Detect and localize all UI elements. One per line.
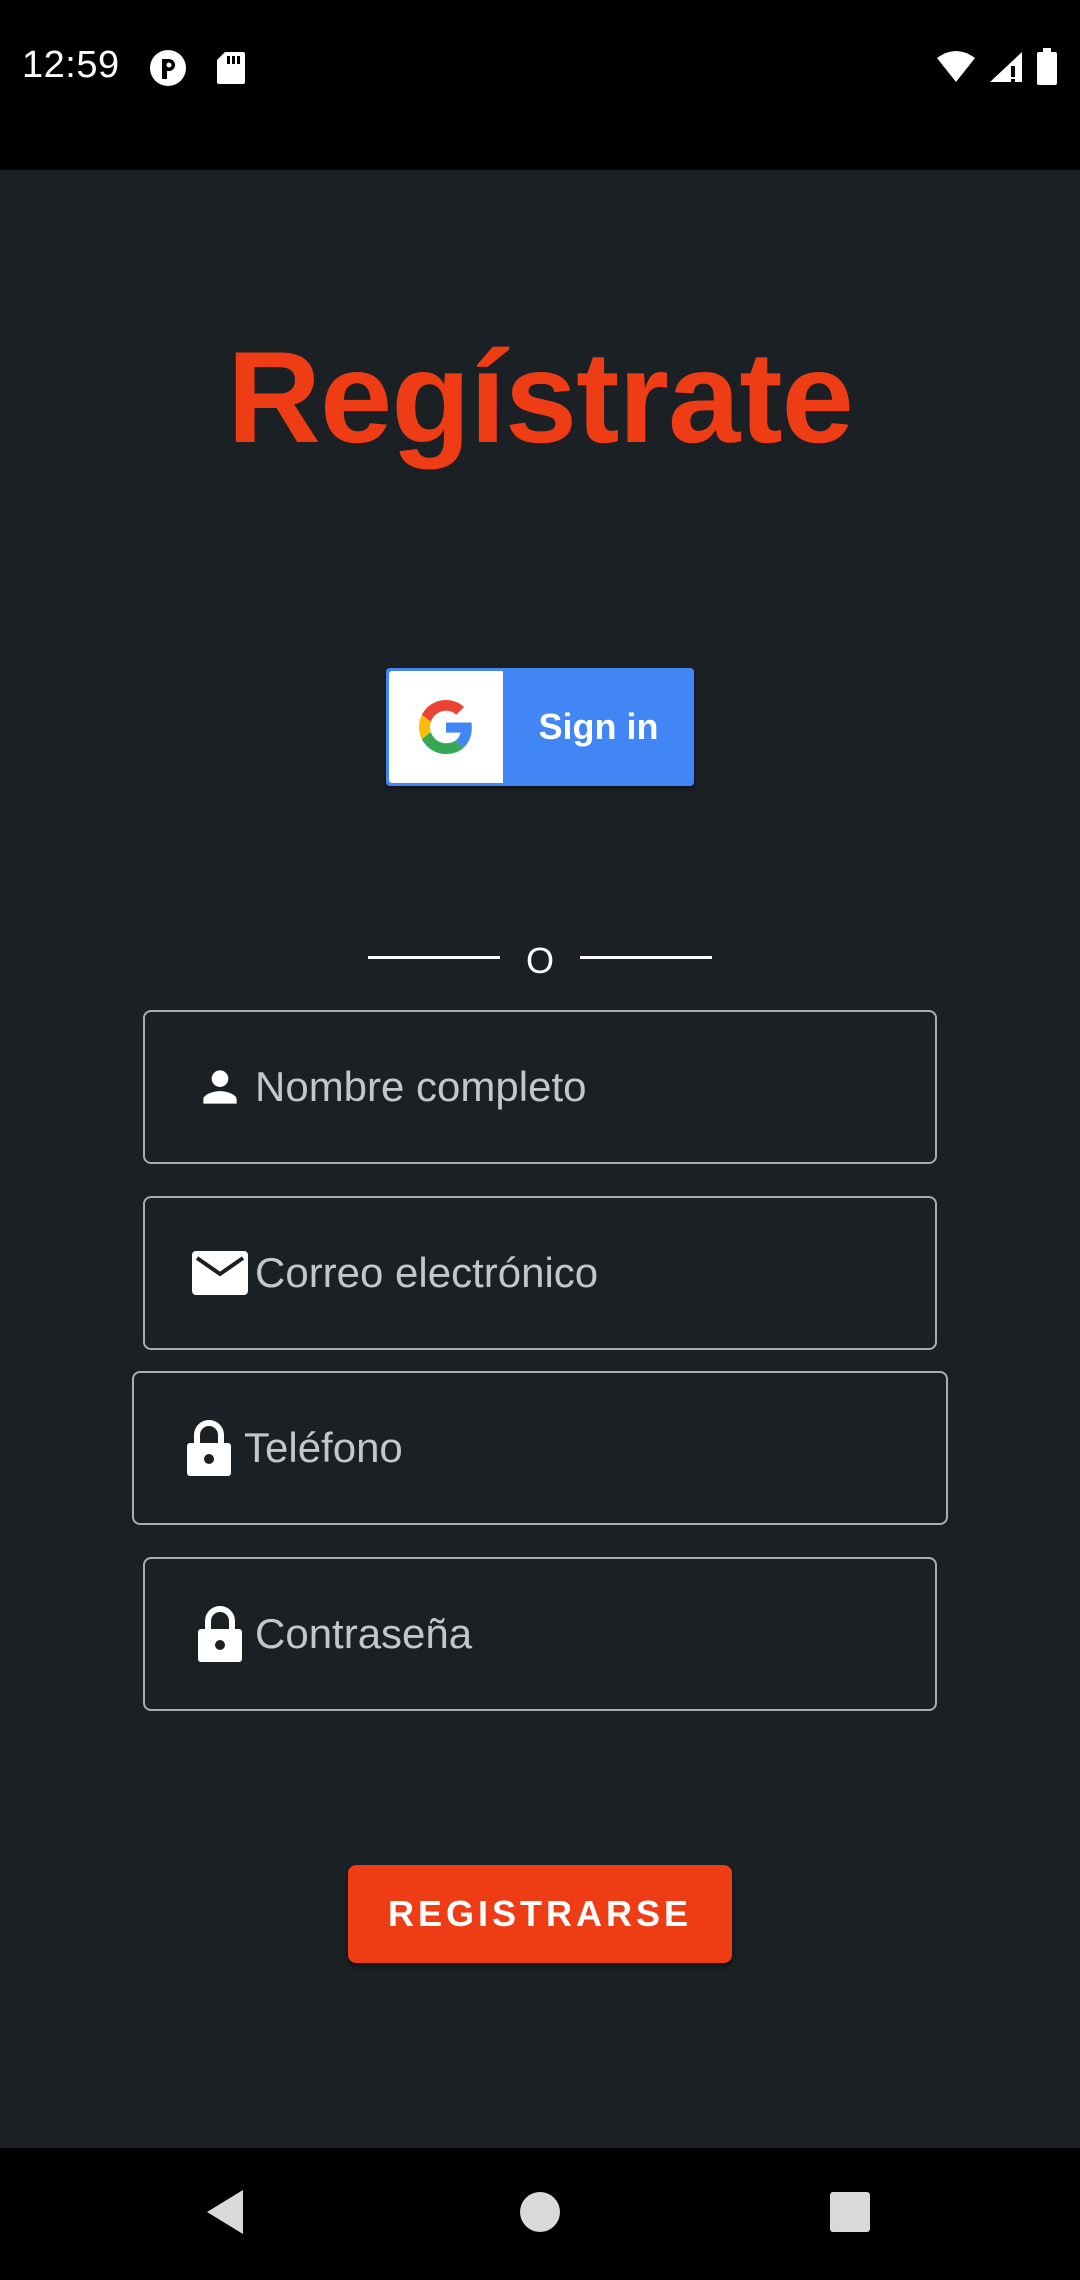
cellular-signal-icon xyxy=(988,50,1024,89)
home-icon xyxy=(519,2191,561,2238)
divider-text: O xyxy=(525,940,554,981)
register-screen: 12:59 Regístrate Sign in O Nombre comple… xyxy=(0,0,1080,2280)
google-logo-icon xyxy=(389,671,503,783)
email-placeholder: Correo electrónico xyxy=(255,1249,599,1296)
wifi-icon xyxy=(936,50,976,89)
phone-field[interactable]: Teléfono xyxy=(132,1371,948,1525)
email-field[interactable]: Correo electrónico xyxy=(143,1196,937,1350)
lock-icon xyxy=(197,1559,243,1709)
google-sign-in-label: Sign in xyxy=(538,706,659,747)
lock-icon xyxy=(186,1373,232,1523)
status-system-icons xyxy=(936,48,1058,91)
page-title: Regístrate xyxy=(227,324,854,470)
phone-placeholder: Teléfono xyxy=(244,1424,403,1471)
recents-icon xyxy=(829,2191,871,2238)
back-icon xyxy=(203,2188,247,2241)
battery-icon xyxy=(1036,48,1058,91)
password-placeholder: Contraseña xyxy=(255,1610,473,1657)
sd-card-icon xyxy=(216,50,246,91)
home-button[interactable] xyxy=(480,2148,600,2280)
recents-button[interactable] xyxy=(790,2148,910,2280)
google-sign-in-button[interactable]: Sign in xyxy=(386,668,694,786)
notification-app-icon xyxy=(148,48,188,93)
or-divider: O xyxy=(368,940,712,981)
back-button[interactable] xyxy=(165,2148,285,2280)
status-time: 12:59 xyxy=(22,44,120,86)
register-button[interactable]: REGISTRARSE xyxy=(348,1865,732,1963)
full-name-field[interactable]: Nombre completo xyxy=(143,1010,937,1164)
mail-icon xyxy=(191,1198,249,1348)
status-notification-icons xyxy=(148,48,246,93)
password-field[interactable]: Contraseña xyxy=(143,1557,937,1711)
person-icon xyxy=(195,1012,245,1162)
status-bar: 12:59 xyxy=(0,0,1080,170)
divider-line-right xyxy=(580,956,712,959)
full-name-placeholder: Nombre completo xyxy=(255,1063,587,1110)
navigation-bar xyxy=(0,2148,1080,2280)
